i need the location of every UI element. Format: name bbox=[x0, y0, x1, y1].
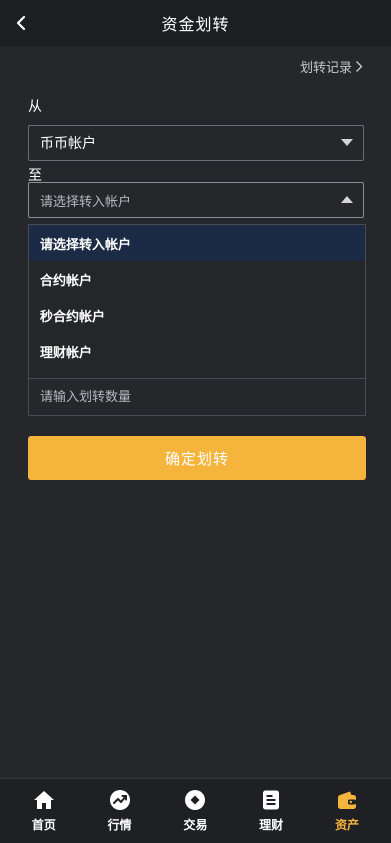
from-account-select[interactable]: 币币帐户 bbox=[28, 125, 364, 161]
dropdown-option-second-contract[interactable]: 秒合约帐户 bbox=[29, 297, 365, 333]
wallet-icon bbox=[336, 789, 358, 811]
back-button[interactable] bbox=[10, 11, 32, 35]
tab-home[interactable]: 首页 bbox=[14, 789, 74, 833]
to-account-select[interactable]: 请选择转入帐户 bbox=[28, 182, 364, 218]
tab-market-label: 行情 bbox=[107, 818, 132, 832]
trend-icon bbox=[109, 789, 131, 811]
to-account-dropdown: 请选择转入帐户 合约帐户 秒合约帐户 理财帐户 bbox=[28, 224, 366, 379]
tab-home-label: 首页 bbox=[31, 818, 56, 832]
transfer-history-link[interactable]: 划转记录 bbox=[300, 57, 363, 76]
tab-market[interactable]: 行情 bbox=[90, 789, 150, 833]
finance-icon bbox=[260, 789, 282, 811]
dropdown-option-placeholder[interactable]: 请选择转入帐户 bbox=[29, 225, 365, 261]
chevron-right-icon bbox=[355, 60, 363, 73]
trade-icon bbox=[184, 789, 206, 811]
chevron-left-icon bbox=[16, 15, 26, 31]
tab-finance[interactable]: 理财 bbox=[241, 789, 301, 833]
tab-assets[interactable]: 资产 bbox=[317, 789, 377, 833]
caret-down-icon bbox=[341, 139, 353, 146]
dropdown-option-finance[interactable]: 理财帐户 bbox=[29, 333, 365, 369]
bottom-tab-bar: 首页 行情 交易 理财 资产 bbox=[0, 778, 391, 843]
amount-field[interactable] bbox=[28, 379, 366, 416]
to-account-placeholder: 请选择转入帐户 bbox=[40, 194, 132, 210]
tab-finance-label: 理财 bbox=[259, 818, 284, 832]
top-header: 资金划转 bbox=[0, 0, 391, 46]
transfer-history-label: 划转记录 bbox=[299, 61, 352, 76]
from-label: 从 bbox=[28, 99, 42, 115]
amount-input[interactable] bbox=[40, 389, 350, 405]
page-title: 资金划转 bbox=[161, 15, 230, 34]
from-account-value: 币币帐户 bbox=[40, 136, 96, 152]
tab-trade[interactable]: 交易 bbox=[165, 789, 225, 833]
caret-up-icon bbox=[341, 196, 353, 203]
tab-assets-label: 资产 bbox=[335, 818, 360, 832]
dropdown-option-contract[interactable]: 合约帐户 bbox=[29, 261, 365, 297]
tab-trade-label: 交易 bbox=[183, 818, 208, 832]
confirm-transfer-button[interactable]: 确定划转 bbox=[28, 436, 366, 480]
home-icon bbox=[33, 789, 55, 811]
